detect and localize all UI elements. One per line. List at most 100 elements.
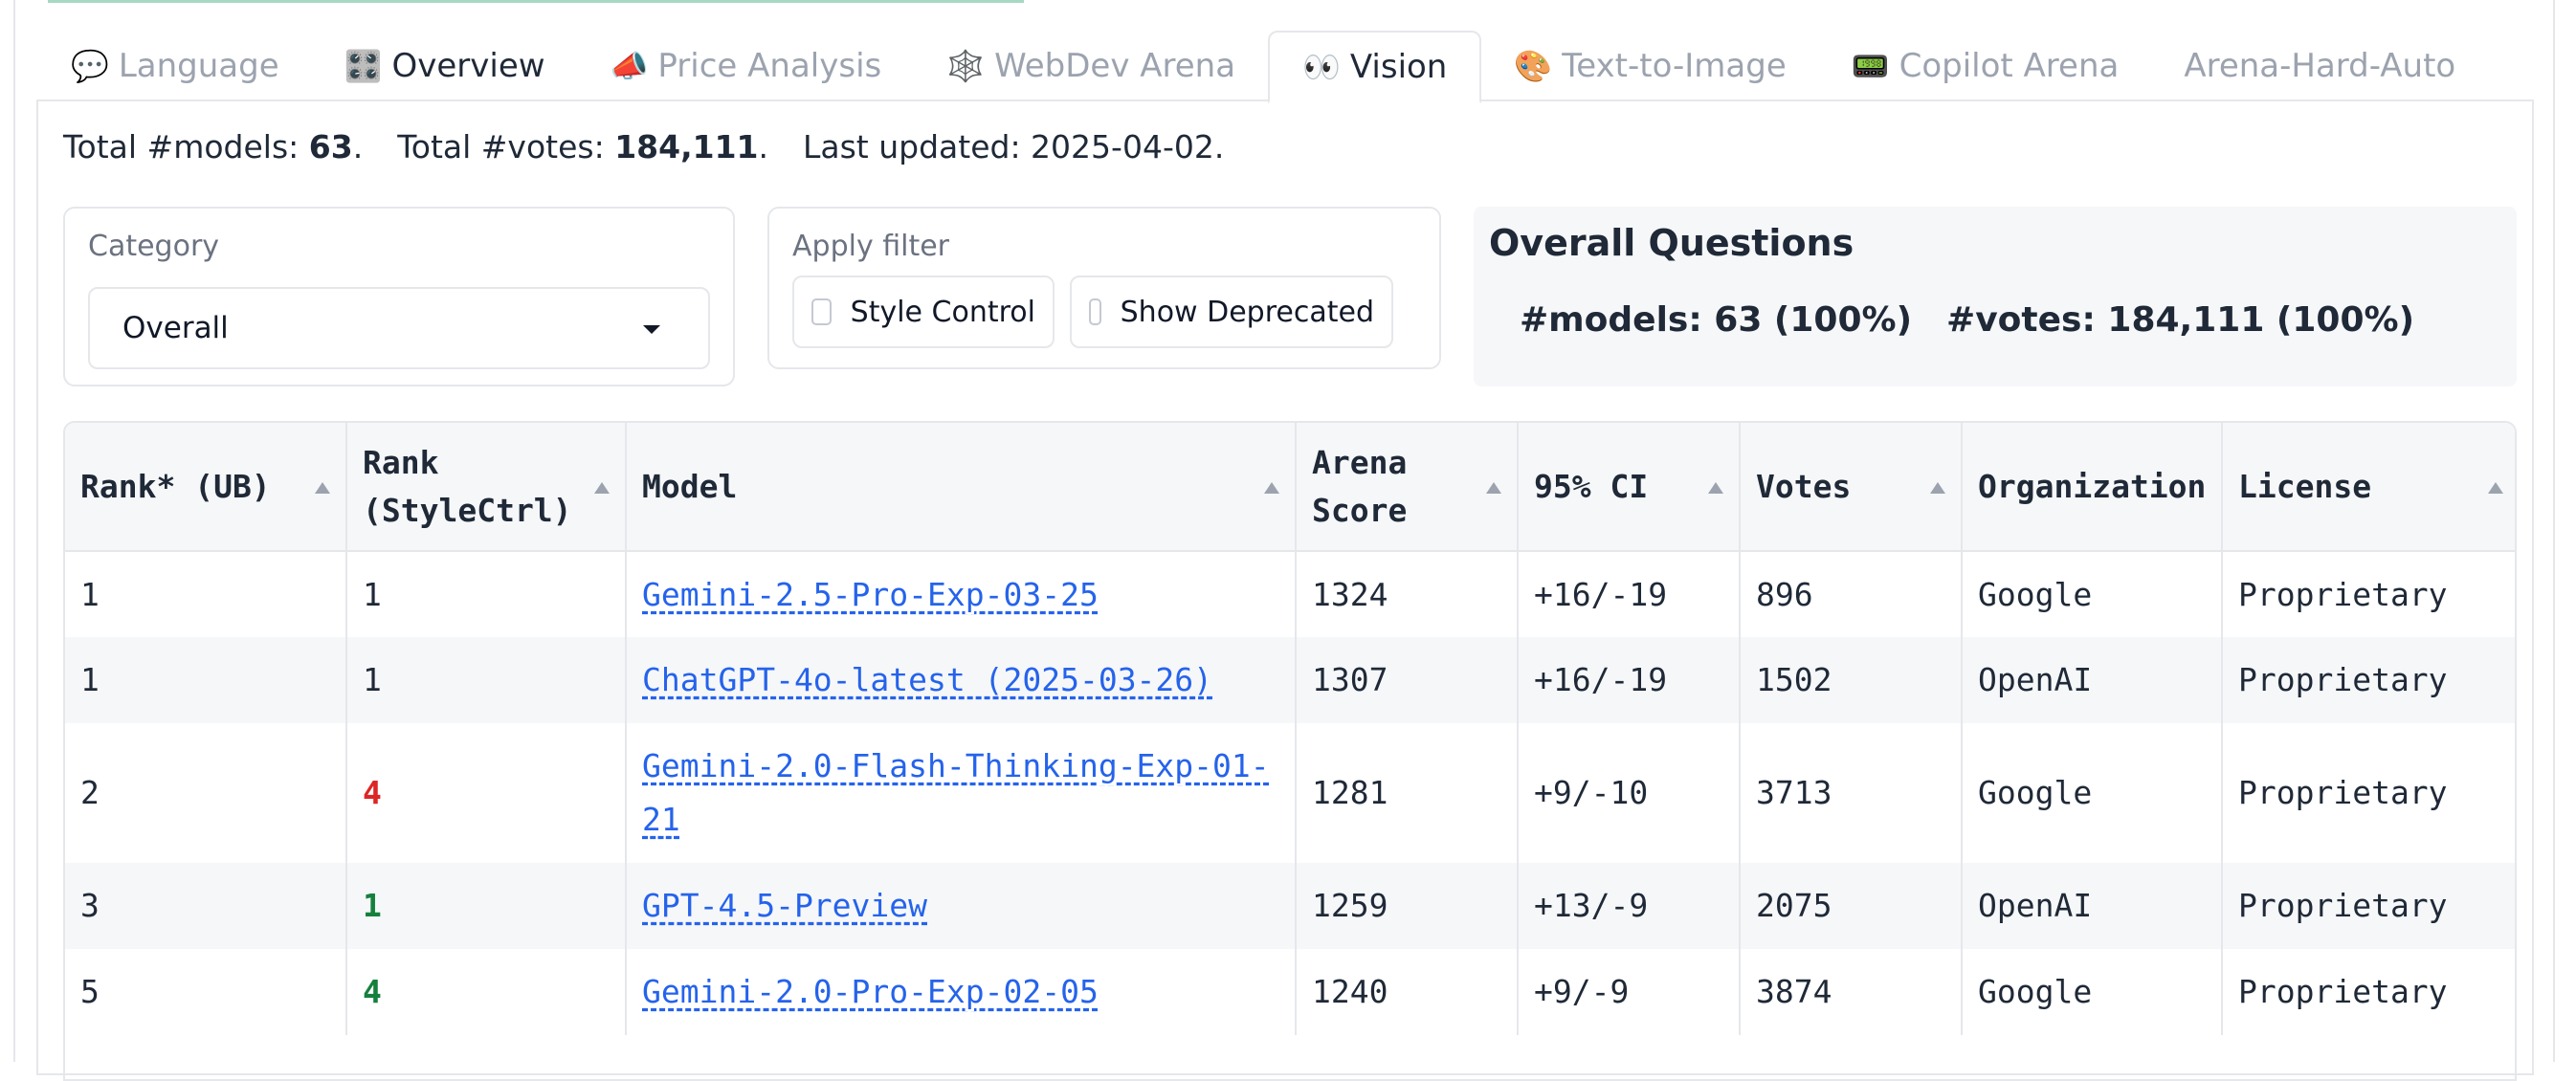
sort-arrow-icon[interactable] bbox=[2488, 482, 2503, 494]
sort-arrow-icon[interactable] bbox=[594, 482, 610, 494]
filter-label: Apply filter bbox=[792, 230, 950, 263]
model-link[interactable]: GPT-4.5-Preview bbox=[642, 887, 927, 924]
overall-votes: #votes: 184,111 (100%) bbox=[1946, 300, 2415, 340]
rank-cell: 2 bbox=[65, 723, 347, 863]
rank-cell: 3 bbox=[65, 863, 347, 949]
ci-cell: +9/-9 bbox=[1518, 949, 1741, 1035]
tab-vision[interactable]: 👀 Vision bbox=[1268, 31, 1482, 103]
rank-cell: 5 bbox=[65, 949, 347, 1035]
show-deprecated-checkbox[interactable]: Show Deprecated bbox=[1070, 276, 1393, 348]
organization-cell: Google bbox=[1962, 723, 2223, 863]
rank-cell: 1 bbox=[65, 637, 347, 723]
license-cell: Proprietary bbox=[2222, 863, 2515, 949]
tab-label: Vision bbox=[1349, 48, 1448, 86]
sort-arrow-icon[interactable] bbox=[1930, 482, 1945, 494]
summary-votes-value: 184,111 bbox=[614, 128, 759, 165]
arena-score-cell: 1324 bbox=[1296, 551, 1519, 637]
speech-bubble-icon: 💬 bbox=[71, 48, 109, 84]
arena-score-cell: 1240 bbox=[1296, 949, 1519, 1035]
table-row: 3 1 GPT-4.5-Preview 1259 +13/-9 2075 OpenAI Pro… bbox=[65, 863, 2515, 949]
overall-stats: #models: 63 (100%) #votes: 184,111 (100%) bbox=[1520, 300, 2414, 340]
model-link[interactable]: Gemini-2.0-Flash-Thinking-Exp-01-21 bbox=[642, 747, 1270, 838]
column-header[interactable]: Arena Score bbox=[1296, 423, 1519, 552]
summary-updated: Last updated: 2025-04-02. bbox=[803, 128, 1225, 165]
license-cell: Proprietary bbox=[2222, 949, 2515, 1035]
column-header-label: License bbox=[2238, 467, 2372, 505]
tab-language[interactable]: 💬 Language bbox=[38, 31, 312, 101]
tab-text-to-image[interactable]: 🎨 Text-to-Image bbox=[1481, 31, 1818, 101]
tab-label: WebDev Arena bbox=[994, 47, 1236, 85]
tab-webdev-arena[interactable]: 🕸️ WebDev Arena bbox=[914, 31, 1268, 101]
sort-arrow-icon[interactable] bbox=[1708, 482, 1723, 494]
leaderboard-table: Rank* (UB) Rank (StyleCtrl) Model Arena Sco… bbox=[65, 423, 2515, 1035]
column-header[interactable]: Votes bbox=[1740, 423, 1963, 552]
license-cell: Proprietary bbox=[2222, 637, 2515, 723]
checkbox-icon bbox=[1089, 298, 1101, 325]
ci-cell: +16/-19 bbox=[1518, 551, 1741, 637]
summary-votes-label: Total #votes: bbox=[397, 128, 615, 165]
arena-score-cell: 1259 bbox=[1296, 863, 1519, 949]
control-knobs-icon: 🎛️ bbox=[344, 48, 383, 84]
tab-arena-hard-auto[interactable]: Arena-Hard-Auto bbox=[2151, 31, 2488, 101]
chevron-down-icon bbox=[643, 325, 660, 334]
license-cell: Proprietary bbox=[2222, 551, 2515, 637]
column-header[interactable]: Rank (StyleCtrl) bbox=[346, 423, 627, 552]
category-dropdown[interactable]: Overall bbox=[88, 287, 710, 369]
arena-score-cell: 1281 bbox=[1296, 723, 1519, 863]
table-row: 1 1 ChatGPT-4o-latest (2025-03-26) 1307 +16/… bbox=[65, 637, 2515, 723]
table-row: 2 4 Gemini-2.0-Flash-Thinking-Exp-01-21 128… bbox=[65, 723, 2515, 863]
model-cell: GPT-4.5-Preview bbox=[626, 863, 1297, 949]
rank-stylectrl-cell: 4 bbox=[346, 723, 627, 863]
tab-bar: 💬 Language 🎛️ Overview 📣 Price Analysis 🕸️ WebD… bbox=[38, 31, 2488, 103]
column-header[interactable]: Organization bbox=[1962, 423, 2223, 552]
votes-cell: 3874 bbox=[1740, 949, 1963, 1035]
sort-arrow-icon[interactable] bbox=[1486, 482, 1501, 494]
tab-overview[interactable]: 🎛️ Overview bbox=[312, 31, 578, 101]
rank-stylectrl-cell: 1 bbox=[346, 863, 627, 949]
rank-cell: 1 bbox=[65, 551, 347, 637]
model-cell: Gemini-2.0-Pro-Exp-02-05 bbox=[626, 949, 1297, 1035]
summary-models-label: Total #models: bbox=[63, 128, 309, 165]
ci-cell: +9/-10 bbox=[1518, 723, 1741, 863]
palette-icon: 🎨 bbox=[1514, 48, 1553, 84]
model-link[interactable]: Gemini-2.0-Pro-Exp-02-05 bbox=[642, 973, 1099, 1010]
model-cell: ChatGPT-4o-latest (2025-03-26) bbox=[626, 637, 1297, 723]
column-header-label: Arena Score bbox=[1312, 443, 1408, 529]
overall-models: #models: 63 (100%) bbox=[1520, 300, 1913, 340]
organization-cell: Google bbox=[1962, 551, 2223, 637]
sort-arrow-icon[interactable] bbox=[1264, 482, 1279, 494]
column-header-label: Model bbox=[642, 467, 738, 505]
column-header-label: 95% CI bbox=[1534, 467, 1649, 505]
tab-copilot-arena[interactable]: 📟 Copilot Arena bbox=[1819, 31, 2152, 101]
organization-cell: OpenAI bbox=[1962, 637, 2223, 723]
category-selected-value: Overall bbox=[122, 311, 229, 345]
votes-cell: 896 bbox=[1740, 551, 1963, 637]
column-header-label: Organization bbox=[1978, 467, 2207, 505]
tab-label: Arena-Hard-Auto bbox=[2184, 47, 2456, 85]
model-link[interactable]: ChatGPT-4o-latest (2025-03-26) bbox=[642, 661, 1212, 698]
leaderboard-table-wrap: Rank* (UB) Rank (StyleCtrl) Model Arena Sco… bbox=[63, 421, 2517, 1081]
sort-arrow-icon[interactable] bbox=[315, 482, 330, 494]
tab-label: Language bbox=[118, 47, 279, 85]
votes-cell: 3713 bbox=[1740, 723, 1963, 863]
rank-stylectrl-cell: 1 bbox=[346, 637, 627, 723]
rank-stylectrl-cell: 1 bbox=[346, 551, 627, 637]
model-cell: Gemini-2.5-Pro-Exp-03-25 bbox=[626, 551, 1297, 637]
table-row: 5 4 Gemini-2.0-Pro-Exp-02-05 1240 +9/-9 3874 G… bbox=[65, 949, 2515, 1035]
column-header[interactable]: Model bbox=[626, 423, 1297, 552]
tab-price-analysis[interactable]: 📣 Price Analysis bbox=[578, 31, 915, 101]
model-cell: Gemini-2.0-Flash-Thinking-Exp-01-21 bbox=[626, 723, 1297, 863]
column-header[interactable]: License bbox=[2222, 423, 2515, 552]
pager-icon: 📟 bbox=[1851, 48, 1890, 84]
rank-stylectrl-cell: 4 bbox=[346, 949, 627, 1035]
organization-cell: OpenAI bbox=[1962, 863, 2223, 949]
model-link[interactable]: Gemini-2.5-Pro-Exp-03-25 bbox=[642, 576, 1099, 613]
votes-cell: 2075 bbox=[1740, 863, 1963, 949]
column-header[interactable]: Rank* (UB) bbox=[65, 423, 347, 552]
style-control-checkbox[interactable]: Style Control bbox=[792, 276, 1055, 348]
table-row: 1 1 Gemini-2.5-Pro-Exp-03-25 1324 +16/-19 896… bbox=[65, 551, 2515, 637]
column-header[interactable]: 95% CI bbox=[1518, 423, 1741, 552]
tab-label: Price Analysis bbox=[657, 47, 882, 85]
eyes-icon: 👀 bbox=[1302, 49, 1341, 85]
style-control-label: Style Control bbox=[850, 295, 1035, 329]
